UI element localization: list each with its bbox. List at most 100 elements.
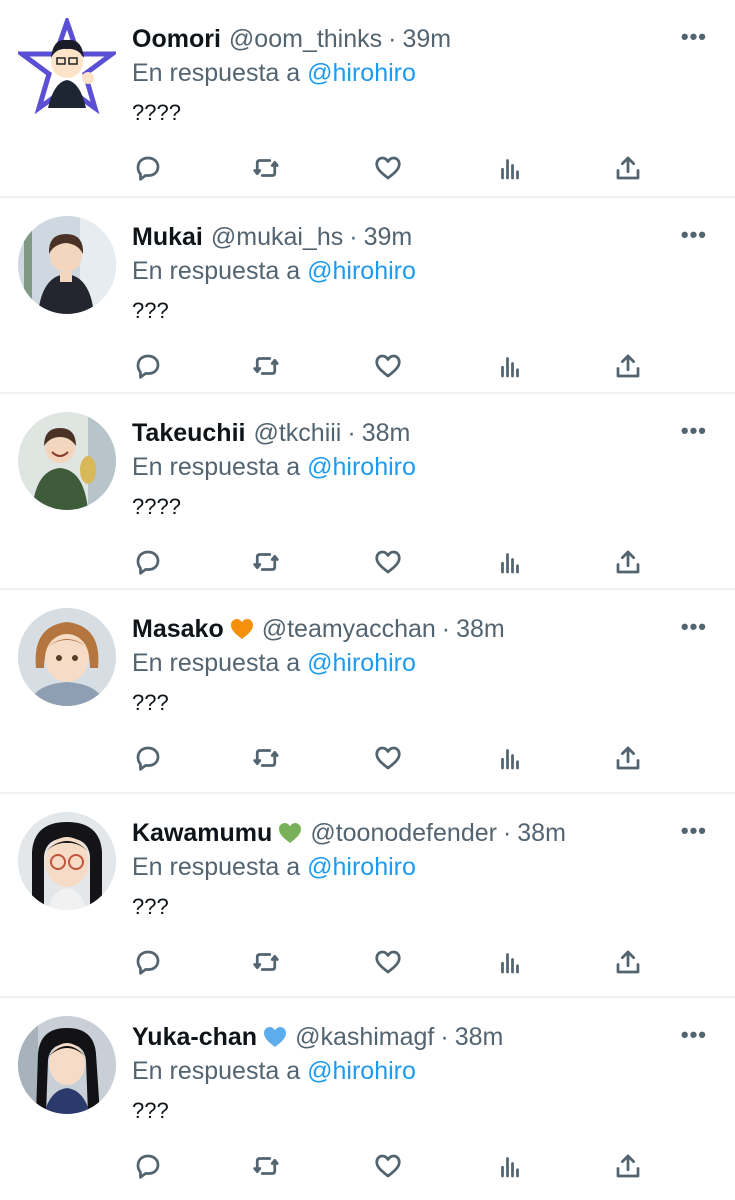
display-name[interactable]: Masako: [132, 615, 224, 643]
more-options-icon[interactable]: •••: [681, 420, 707, 442]
user-handle[interactable]: @teamyacchan: [262, 615, 436, 643]
reply-text: ???: [132, 1098, 169, 1123]
display-name[interactable]: Yuka-chan: [132, 1023, 257, 1051]
user-handle[interactable]: @kashimagf: [295, 1023, 434, 1051]
reply-item[interactable]: Masako @teamyacchan · 38m ••• En respuesta …: [0, 590, 735, 794]
avatar[interactable]: [18, 216, 116, 314]
user-handle[interactable]: @tkchiii: [253, 419, 341, 447]
like-icon[interactable]: [372, 742, 404, 774]
timestamp[interactable]: 38m: [517, 819, 566, 847]
reply-icon[interactable]: [132, 946, 164, 978]
blue-heart-icon: [264, 1027, 287, 1047]
reply-icon[interactable]: [132, 546, 164, 578]
reply-text: ???: [132, 894, 169, 919]
timestamp[interactable]: 38m: [456, 615, 505, 643]
display-name[interactable]: Takeuchii: [132, 419, 245, 447]
reply-text: ????: [132, 100, 181, 125]
replying-to: En respuesta a @hirohiro: [132, 850, 416, 884]
replying-prefix: En respuesta a: [132, 1057, 301, 1085]
reply-item[interactable]: Kawamumu @toonodefender · 38m ••• En respue…: [0, 794, 735, 998]
share-icon[interactable]: [612, 546, 644, 578]
reply-header: Yuka-chan @kashimagf · 38m: [132, 1020, 665, 1054]
user-handle[interactable]: @toonodefender: [310, 819, 497, 847]
views-icon[interactable]: [494, 152, 526, 184]
share-icon[interactable]: [612, 1150, 644, 1182]
mention-link[interactable]: @hirohiro: [307, 257, 416, 285]
display-name[interactable]: Mukai: [132, 223, 203, 251]
retweet-icon[interactable]: [250, 546, 282, 578]
avatar[interactable]: [18, 608, 116, 706]
display-name[interactable]: Oomori: [132, 25, 221, 53]
like-icon[interactable]: [372, 350, 404, 382]
orange-heart-icon: [230, 619, 253, 639]
reply-item[interactable]: Yuka-chan @kashimagf · 38m ••• En respuesta…: [0, 998, 735, 1200]
mention-link[interactable]: @hirohiro: [307, 59, 416, 87]
views-icon[interactable]: [494, 742, 526, 774]
avatar[interactable]: [18, 1016, 116, 1114]
views-icon[interactable]: [494, 546, 526, 578]
action-bar: [132, 742, 652, 778]
separator-dot: ·: [349, 223, 358, 251]
mention-link[interactable]: @hirohiro: [307, 649, 416, 677]
timestamp[interactable]: 39m: [402, 25, 451, 53]
reply-header: Takeuchii @tkchiii · 38m: [132, 416, 665, 450]
replying-to: En respuesta a @hirohiro: [132, 254, 416, 288]
reply-header: Masako @teamyacchan · 38m: [132, 612, 665, 646]
reply-item[interactable]: Takeuchii @tkchiii · 38m ••• En respuesta a…: [0, 394, 735, 590]
replying-prefix: En respuesta a: [132, 59, 301, 87]
reply-icon[interactable]: [132, 152, 164, 184]
more-options-icon[interactable]: •••: [681, 1024, 707, 1046]
reply-icon[interactable]: [132, 350, 164, 382]
like-icon[interactable]: [372, 152, 404, 184]
retweet-icon[interactable]: [250, 152, 282, 184]
reply-icon[interactable]: [132, 742, 164, 774]
replying-to: En respuesta a @hirohiro: [132, 646, 416, 680]
share-icon[interactable]: [612, 350, 644, 382]
views-icon[interactable]: [494, 350, 526, 382]
views-icon[interactable]: [494, 946, 526, 978]
timestamp[interactable]: 38m: [362, 419, 411, 447]
mention-link[interactable]: @hirohiro: [307, 1057, 416, 1085]
more-options-icon[interactable]: •••: [681, 26, 707, 48]
reply-item[interactable]: Oomori @oom_thinks · 39m ••• En respuesta a…: [0, 0, 735, 198]
avatar[interactable]: [18, 18, 116, 116]
more-options-icon[interactable]: •••: [681, 616, 707, 638]
replying-to: En respuesta a @hirohiro: [132, 56, 416, 90]
retweet-icon[interactable]: [250, 742, 282, 774]
avatar[interactable]: [18, 412, 116, 510]
reply-header: Oomori @oom_thinks · 39m: [132, 22, 665, 56]
mention-link[interactable]: @hirohiro: [307, 453, 416, 481]
separator-dot: ·: [347, 419, 356, 447]
share-icon[interactable]: [612, 946, 644, 978]
replies-feed: Oomori @oom_thinks · 39m ••• En respuesta a…: [0, 0, 735, 1200]
replying-to: En respuesta a @hirohiro: [132, 450, 416, 484]
display-name[interactable]: Kawamumu: [132, 819, 272, 847]
more-options-icon[interactable]: •••: [681, 820, 707, 842]
separator-dot: ·: [440, 1023, 449, 1051]
action-bar: [132, 152, 652, 188]
more-options-icon[interactable]: •••: [681, 224, 707, 246]
mention-link[interactable]: @hirohiro: [307, 853, 416, 881]
reply-icon[interactable]: [132, 1150, 164, 1182]
views-icon[interactable]: [494, 1150, 526, 1182]
avatar[interactable]: [18, 812, 116, 910]
reply-text: ???: [132, 298, 169, 323]
action-bar: [132, 546, 652, 582]
timestamp[interactable]: 39m: [364, 223, 413, 251]
action-bar: [132, 1150, 652, 1186]
retweet-icon[interactable]: [250, 350, 282, 382]
share-icon[interactable]: [612, 742, 644, 774]
user-handle[interactable]: @oom_thinks: [229, 25, 382, 53]
reply-item[interactable]: Mukai @mukai_hs · 39m ••• En respuesta a @h…: [0, 198, 735, 394]
timestamp[interactable]: 38m: [455, 1023, 504, 1051]
user-handle[interactable]: @mukai_hs: [211, 223, 343, 251]
replying-prefix: En respuesta a: [132, 257, 301, 285]
replying-prefix: En respuesta a: [132, 649, 301, 677]
retweet-icon[interactable]: [250, 1150, 282, 1182]
retweet-icon[interactable]: [250, 946, 282, 978]
like-icon[interactable]: [372, 546, 404, 578]
like-icon[interactable]: [372, 946, 404, 978]
reply-header: Mukai @mukai_hs · 39m: [132, 220, 665, 254]
share-icon[interactable]: [612, 152, 644, 184]
like-icon[interactable]: [372, 1150, 404, 1182]
